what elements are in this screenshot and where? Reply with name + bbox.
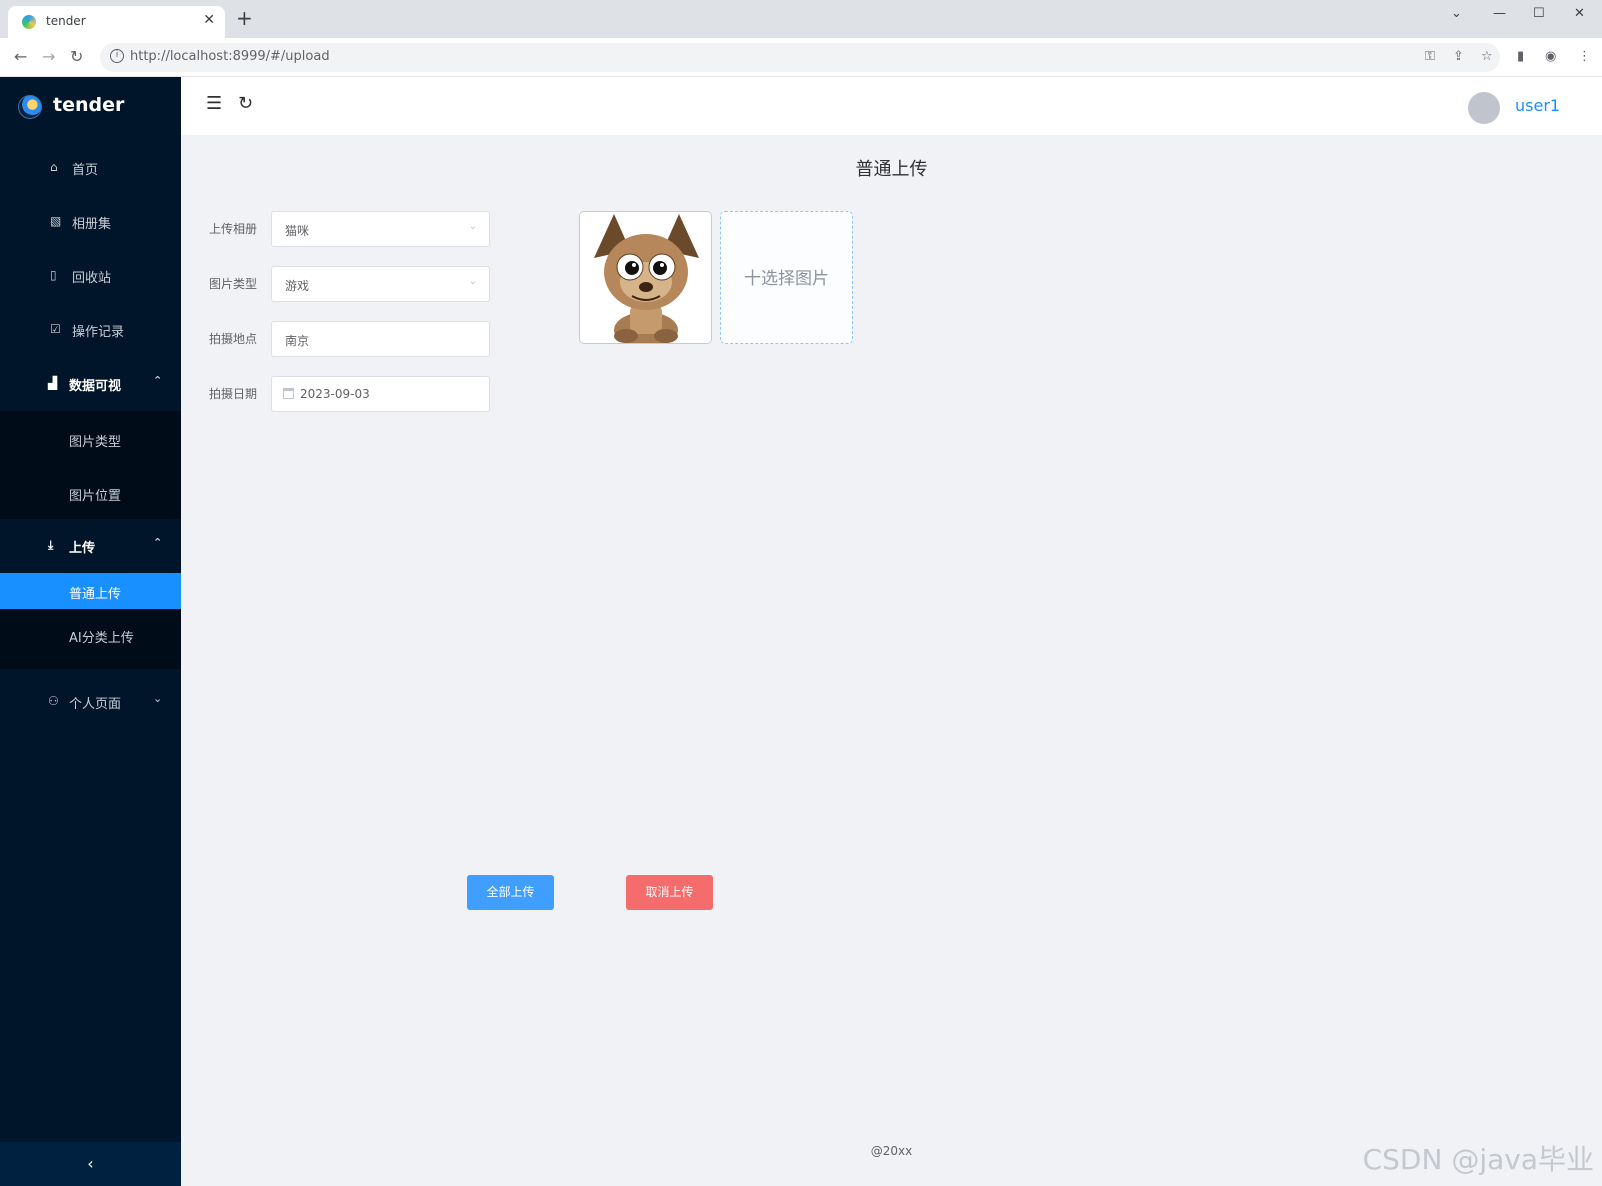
side-panel-icon[interactable]: ▮ <box>1517 49 1524 64</box>
chevron-down-icon: ⌄ <box>153 692 163 705</box>
chart-icon: ▟ <box>48 376 58 390</box>
minimize-icon[interactable]: — <box>1493 6 1506 21</box>
avatar[interactable] <box>1468 92 1500 124</box>
url-text: http://localhost:8999/#/upload <box>130 49 330 64</box>
back-icon[interactable]: ← <box>14 47 27 66</box>
sidebar-item-ai-upload[interactable]: AI分类上传 <box>0 617 181 653</box>
picture-icon: ▧ <box>50 214 62 228</box>
submenu-visualization: 图片类型 图片位置 <box>0 411 181 519</box>
sidebar-item-image-types[interactable]: 图片类型 <box>0 421 181 457</box>
watermark: CSDN @java毕业 <box>1362 1143 1594 1176</box>
new-tab-icon[interactable]: + <box>236 8 253 28</box>
date-picker[interactable]: 2023-09-03 <box>271 376 490 412</box>
uploaded-image-thumbnail[interactable] <box>579 211 712 344</box>
select-image-button[interactable]: 十选择图片 <box>720 211 853 344</box>
sidebar: tender ⌂ 首页 ▧ 相册集 ▯ 回收站 ☑ 操作记录 ▟ 数据可视 ⌃ <box>0 77 181 1186</box>
brand-logo[interactable]: tender <box>18 91 178 127</box>
sidebar-item-logs[interactable]: ☑ 操作记录 <box>0 303 181 357</box>
sidebar-item-home[interactable]: ⌂ 首页 <box>0 141 181 195</box>
tab-search-icon[interactable]: ⌄ <box>1451 6 1462 21</box>
user-icon: ⚇ <box>48 694 59 708</box>
username[interactable]: user1 <box>1515 96 1560 115</box>
site-info-icon[interactable]: i <box>110 49 124 63</box>
album-label: 上传相册 <box>209 222 258 236</box>
location-input[interactable]: 南京 <box>271 321 490 357</box>
chevron-up-icon: ⌃ <box>153 374 163 387</box>
page-title: 普通上传 <box>855 159 928 180</box>
address-bar: ← → ↻ i http://localhost:8999/#/upload ⚿… <box>0 38 1602 77</box>
album-select[interactable]: 猫咪 ⌄ <box>271 211 490 247</box>
share-icon[interactable]: ⇪ <box>1453 49 1464 64</box>
menu-fold-icon[interactable]: ☰ <box>206 93 222 114</box>
sidebar-group-personal[interactable]: ⚇ 个人页面 ⌄ <box>0 675 181 729</box>
submenu-upload: 普通上传 AI分类上传 <box>0 573 181 669</box>
logo-icon <box>18 95 42 119</box>
menu-dots-icon[interactable]: ⋮ <box>1578 49 1591 64</box>
reload-icon[interactable]: ↻ <box>70 47 83 66</box>
chevron-up-icon: ⌃ <box>153 536 163 549</box>
top-header: ☰ ↻ user1 <box>181 77 1602 135</box>
calendar-icon <box>283 388 294 399</box>
checklist-icon: ☑ <box>50 322 61 336</box>
close-window-icon[interactable]: ✕ <box>1574 6 1585 21</box>
upload-icon: ⤓ <box>48 538 54 552</box>
type-label: 图片类型 <box>209 277 258 291</box>
sidebar-item-recycle[interactable]: ▯ 回收站 <box>0 249 181 303</box>
image-type-select[interactable]: 游戏 ⌄ <box>271 266 490 302</box>
favicon-icon <box>22 15 36 29</box>
main-content: 普通上传 上传相册 猫咪 ⌄ 图片类型 游戏 ⌄ 拍摄地点 南京 拍摄日期 20… <box>181 135 1602 1186</box>
dog-illustration <box>580 212 711 343</box>
chevron-down-icon: ⌄ <box>468 221 477 232</box>
upload-all-button[interactable]: 全部上传 <box>467 875 554 910</box>
sidebar-collapse-button[interactable]: ‹ <box>0 1142 181 1186</box>
refresh-icon[interactable]: ↻ <box>238 93 253 114</box>
profile-icon[interactable]: ◉ <box>1545 49 1556 64</box>
app: tender ⌂ 首页 ▧ 相册集 ▯ 回收站 ☑ 操作记录 ▟ 数据可视 ⌃ <box>0 77 1602 1186</box>
location-label: 拍摄地点 <box>209 332 258 346</box>
sidebar-item-image-locations[interactable]: 图片位置 <box>0 475 181 511</box>
key-icon[interactable]: ⚿ <box>1425 49 1435 64</box>
url-input[interactable]: i http://localhost:8999/#/upload <box>100 43 1500 72</box>
forward-icon[interactable]: → <box>42 47 55 66</box>
browser-tab[interactable]: tender ✕ <box>8 6 225 38</box>
tab-strip: tender ✕ + ⌄ — ☐ ✕ <box>0 0 1602 38</box>
date-label: 拍摄日期 <box>209 387 258 401</box>
chevron-down-icon: ⌄ <box>468 276 477 287</box>
star-icon[interactable]: ☆ <box>1481 49 1493 64</box>
sidebar-group-upload[interactable]: ⤓ 上传 ⌃ <box>0 519 181 573</box>
trash-icon: ▯ <box>50 268 57 282</box>
sidebar-item-normal-upload[interactable]: 普通上传 <box>0 573 181 609</box>
tab-close-icon[interactable]: ✕ <box>203 12 215 28</box>
home-icon: ⌂ <box>50 160 58 174</box>
maximize-icon[interactable]: ☐ <box>1533 6 1545 21</box>
brand-name: tender <box>53 94 125 116</box>
sidebar-item-albums[interactable]: ▧ 相册集 <box>0 195 181 249</box>
cancel-upload-button[interactable]: 取消上传 <box>626 875 713 910</box>
browser-window: tender ✕ + ⌄ — ☐ ✕ ← → ↻ i http://localh… <box>0 0 1602 1186</box>
sidebar-group-visualization[interactable]: ▟ 数据可视 ⌃ <box>0 357 181 411</box>
tab-title: tender <box>46 14 86 28</box>
